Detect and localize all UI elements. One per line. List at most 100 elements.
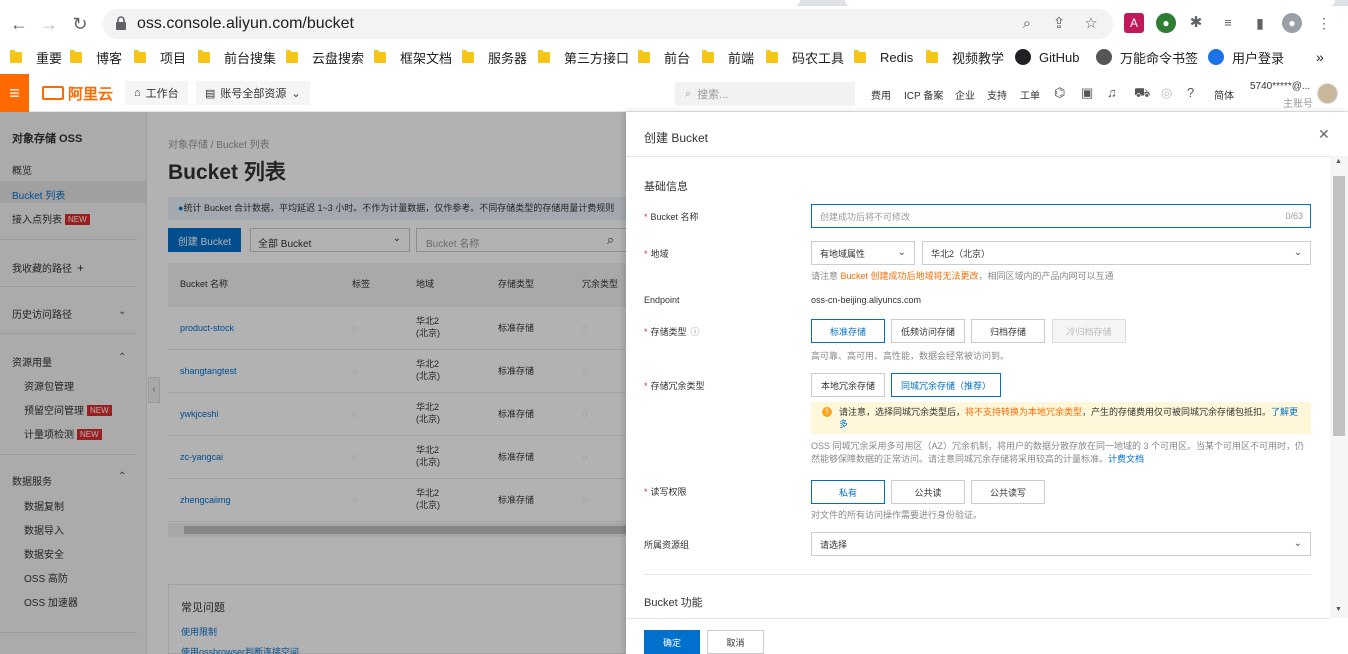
acl-option-private[interactable]: 私有 [811,480,885,504]
header-link-enterprise[interactable]: 企业 [955,87,975,102]
hamburger-icon[interactable]: ≡ [0,74,29,112]
sidepanel-icon[interactable]: ▮ [1250,13,1270,33]
endpoint-value: oss-cn-beijing.aliyuncs.com [811,295,922,305]
menu-icon[interactable]: ⋮ [1314,13,1334,33]
close-icon[interactable]: ✕ [1318,126,1330,143]
cart-icon[interactable]: ⛟ [1134,85,1150,103]
chevron-down-icon: ⌄ [1293,247,1302,258]
header-link-billing[interactable]: 费用 [871,87,891,102]
search-icon: ⌕ [685,87,692,100]
bookmark-item[interactable]: 用户登录 [1208,48,1284,66]
bookmarks-overflow-icon[interactable]: » [1316,48,1324,66]
resources-dropdown[interactable]: ▤ 账号全部资源 ⌄ [196,81,310,105]
language-switch[interactable]: 简体 [1214,87,1234,102]
resource-group-label: 所属资源组 [644,540,690,550]
account-type: 主账号 [1283,99,1313,110]
cloudshell-icon[interactable]: ⌬ [1054,85,1065,101]
bookmark-item[interactable]: 重要 [10,48,62,66]
section-basic-title: 基础信息 [644,181,688,193]
drawer-title: 创建 Bucket [644,131,709,145]
storage-option-ia[interactable]: 低频访问存储 [891,319,965,343]
chevron-down-icon: ⌄ [897,247,906,258]
back-icon[interactable]: ← [7,12,31,36]
chevron-down-icon: ⌄ [1293,538,1302,549]
share-icon[interactable]: ⇪ [1050,15,1068,33]
section-features-title: Bucket 功能 [644,597,703,609]
terminal-icon[interactable]: ▣ [1081,85,1093,101]
region-select[interactable]: 华北2（北京） ⌄ [922,241,1311,265]
bookmark-item[interactable]: 万能命令书签 [1096,48,1198,66]
region-attr-select[interactable]: 有地域属性 ⌄ [811,241,915,265]
address-bar[interactable]: oss.console.aliyun.com/bucket ⌕ ⇪ ☆ [103,9,1113,39]
lightbulb-icon[interactable]: ◎ [1161,85,1172,101]
bookmark-item[interactable]: 第三方接口 [538,48,629,66]
translate-ext-icon[interactable]: A [1124,13,1144,33]
list-icon: ▤ [205,87,216,100]
acl-option-public-read-write[interactable]: 公共读写 [971,480,1045,504]
zoom-icon[interactable]: ⌕ [1018,15,1036,33]
forward-icon[interactable]: → [37,12,61,36]
region-label: * 地域 [644,249,669,259]
header-link-icp[interactable]: ICP 备案 [904,87,943,102]
console-header: ≡ 阿里云 ⌂ 工作台 ▤ 账号全部资源 ⌄ ⌕ 搜索... 费用 ICP 备案 企业 … [0,74,1348,112]
extension-icon[interactable]: ● [1156,13,1176,33]
scroll-down-icon[interactable]: ▼ [1335,606,1342,613]
header-link-ticket[interactable]: 工单 [1020,87,1040,102]
redundancy-label: * 存储冗余类型 [644,381,705,391]
zrs-warning: 请注意，选择同城冗余类型后，将不支持转换为本地冗余类型，产生的存储费用仅可被同城… [811,402,1311,434]
billing-doc-link[interactable]: 计费文档 [1108,454,1144,464]
profile-icon[interactable]: ● [1282,13,1302,33]
storage-type-label: * 存储类型 ⓘ [644,327,700,337]
bookmark-item[interactable]: Redis [854,48,913,66]
acl-label: * 读写权限 [644,487,687,497]
warning-icon: ! [822,407,832,417]
puzzle-icon[interactable]: ✱ [1186,13,1206,33]
bell-icon[interactable]: ♫ [1107,85,1117,100]
bucket-name-input[interactable]: 创建成功后将不可修改 0/63 [811,204,1311,228]
edge-icon [1208,49,1224,65]
bookmark-item[interactable]: 服务器 [462,48,527,66]
header-search-input[interactable]: ⌕ 搜索... [675,82,855,106]
bookmark-item[interactable]: 视频教学 [926,48,1004,66]
home-icon: ⌂ [134,87,141,99]
storage-option-archive[interactable]: 归档存储 [971,319,1045,343]
header-link-support[interactable]: 支持 [987,87,1007,102]
drawer-scrollbar[interactable]: ▲ ▼ [1330,156,1348,618]
bookmark-item[interactable]: 框架文档 [374,48,452,66]
help-icon[interactable]: ⓘ [691,327,700,337]
avatar[interactable] [1317,83,1338,104]
endpoint-label: Endpoint [644,295,680,305]
bookmark-item[interactable]: 项目 [134,48,186,66]
acl-hint: 对文件的所有访问操作需要进行身份验证。 [811,510,983,520]
chevron-down-icon: ⌄ [291,87,301,100]
create-bucket-drawer: 创建 Bucket ✕ 基础信息 * Bucket 名称 创建成功后将不可修改 0/… [626,112,1348,654]
bookmark-item[interactable]: 云盘搜索 [286,48,364,66]
resource-group-select[interactable]: 请选择 ⌄ [811,532,1311,556]
bookmark-github[interactable]: GitHub [1015,48,1079,66]
help-icon[interactable]: ? [1187,85,1194,100]
workbench-button[interactable]: ⌂ 工作台 [125,81,188,105]
reading-list-icon[interactable]: ≡ [1218,13,1238,33]
redundancy-option-lrs[interactable]: 本地冗余存储 [811,373,885,397]
aliyun-logo[interactable]: 阿里云 [42,85,113,103]
bookmark-item[interactable]: 前端 [702,48,754,66]
url-text: oss.console.aliyun.com/bucket [137,15,354,32]
bookmark-item[interactable]: 前台 [638,48,690,66]
bucket-name-label: * Bucket 名称 [644,212,699,222]
acl-option-public-read[interactable]: 公共读 [891,480,965,504]
account-name[interactable]: 5740*****@... [1250,81,1310,92]
bookmark-item[interactable]: 博客 [70,48,122,66]
modal-overlay[interactable] [0,112,626,654]
bookmark-item[interactable]: 码农工具 [766,48,844,66]
storage-option-standard[interactable]: 标准存储 [811,319,885,343]
bookmarks-bar: 重要 博客 项目 前台搜集 云盘搜索 框架文档 服务器 第三方接口 前台 前端 … [0,44,1348,70]
bookmark-item[interactable]: 前台搜集 [198,48,276,66]
scroll-up-icon[interactable]: ▲ [1335,158,1342,165]
confirm-button[interactable]: 确定 [644,630,700,654]
star-icon[interactable]: ☆ [1082,15,1100,33]
region-hint: 请注意 Bucket 创建成功后地域将无法更改，相同区域内的产品内网可以互通 [811,271,1114,281]
redundancy-option-zrs[interactable]: 同城冗余存储（推荐） [891,373,1001,397]
cancel-button[interactable]: 取消 [707,630,764,654]
reload-icon[interactable]: ↻ [68,12,92,36]
lock-icon [116,16,126,30]
